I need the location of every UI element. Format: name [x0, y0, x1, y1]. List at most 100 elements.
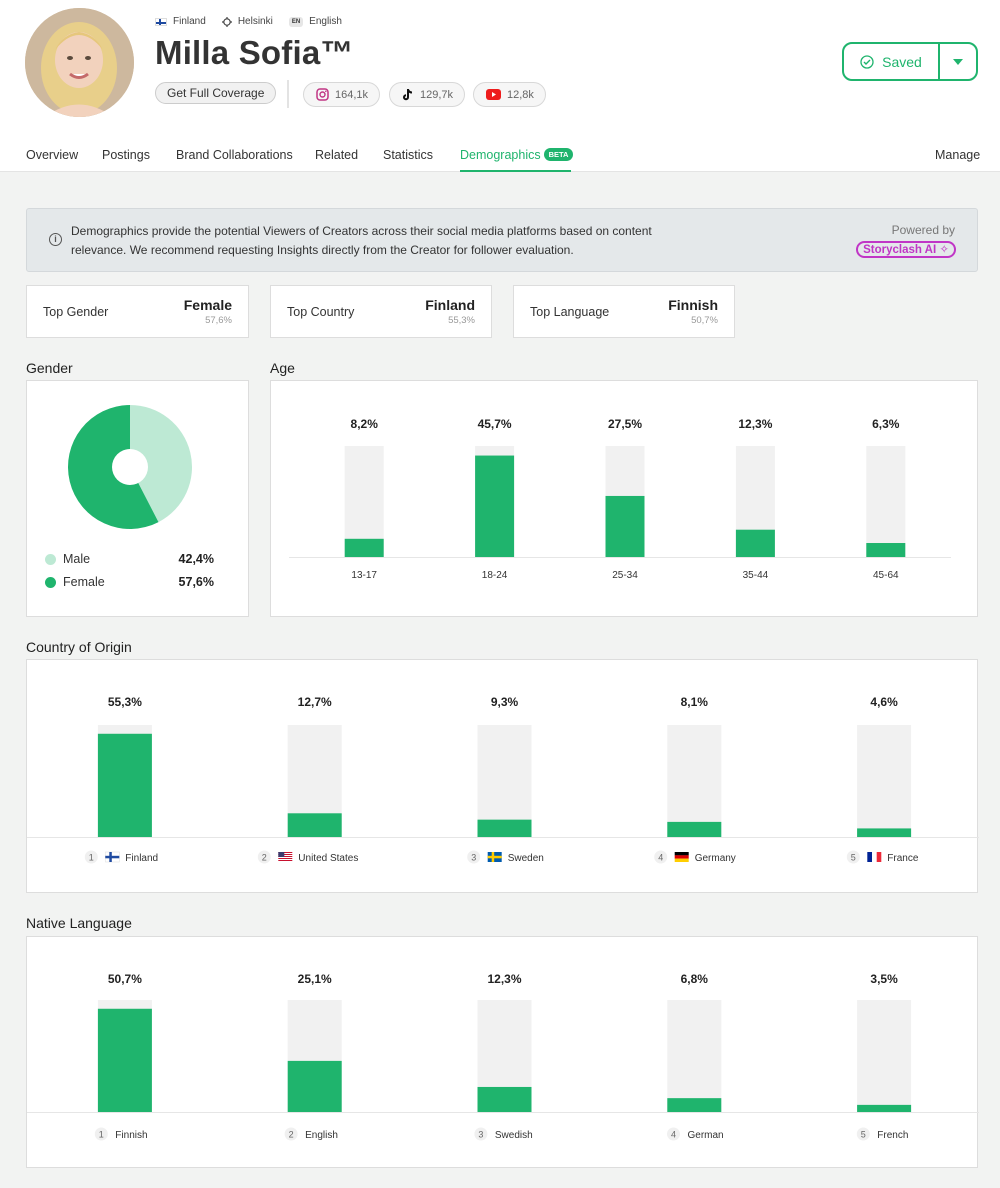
gender-section-title: Gender	[26, 360, 73, 376]
bar-swedish[interactable]	[477, 1086, 532, 1112]
country-label: Finland	[173, 16, 206, 27]
flag-finland-icon	[155, 17, 167, 26]
bar-25-34[interactable]	[605, 495, 645, 557]
category-label: 13-17	[351, 570, 377, 581]
tab-manage[interactable]: Manage	[935, 148, 980, 162]
saved-button-group: Saved	[842, 42, 978, 81]
top-country-label: Top Country	[287, 305, 355, 319]
bar-value-label: 50,7%	[108, 972, 142, 986]
tiktok-chip[interactable]: 129,7k	[389, 82, 466, 107]
top-gender-label: Top Gender	[43, 305, 109, 319]
get-full-coverage-button[interactable]: Get Full Coverage	[155, 82, 277, 104]
flag-sweden-icon	[487, 852, 502, 862]
male-dot	[45, 553, 56, 565]
category-label: Finland	[125, 853, 158, 864]
saved-dropdown-button[interactable]	[940, 44, 976, 79]
tab-related[interactable]: Related	[315, 148, 358, 162]
beta-badge: BETA	[543, 148, 574, 161]
bar-value-label: 55,3%	[108, 695, 142, 709]
bar-45-64[interactable]	[866, 543, 906, 557]
legend-female: Female	[45, 575, 250, 589]
bar-german[interactable]	[667, 1098, 722, 1112]
country-panel: 55,3% 1 Finland 12,7% 2 United States 9,3% 3 Swe…	[20, 659, 979, 893]
bar-french[interactable]	[857, 1104, 912, 1112]
language-code-badge: EN	[288, 16, 304, 27]
storyclash-ai-label: Storyclash AI	[863, 244, 937, 256]
bar-18-24[interactable]	[475, 455, 515, 557]
rank-number: 4	[671, 1130, 676, 1140]
youtube-chip[interactable]: 12,8k	[473, 82, 546, 107]
bar-value-label: 8,2%	[351, 417, 379, 431]
bar-track	[667, 725, 722, 837]
gender-panel: Male 42,4% Female 57,6%	[26, 380, 249, 617]
bar-track	[857, 725, 912, 837]
country-bar-chart: 55,3% 1 Finland 12,7% 2 United States 9,3% 3 Swe…	[20, 695, 979, 864]
bar-germany[interactable]	[667, 821, 722, 837]
bar-finland[interactable]	[97, 733, 152, 837]
bar-france[interactable]	[857, 828, 912, 837]
avatar[interactable]	[25, 8, 134, 117]
top-language-card: Top Language Finnish 50,7%	[513, 285, 735, 338]
instagram-chip[interactable]: 164,1k	[303, 82, 381, 107]
category-label: English	[305, 1130, 338, 1141]
tab-statistics[interactable]: Statistics	[383, 148, 433, 162]
bar-finnish[interactable]	[97, 1008, 152, 1112]
location-icon	[221, 16, 232, 27]
rank-number: 1	[89, 853, 94, 863]
tab-overview[interactable]: Overview	[26, 148, 78, 162]
bar-value-label: 6,8%	[681, 972, 709, 986]
rank-number: 1	[99, 1130, 104, 1140]
tab-bar: Overview Postings Brand Collaborations R…	[0, 138, 1000, 172]
category-label: Sweden	[508, 853, 544, 864]
top-country-card: Top Country Finland 55,3%	[270, 285, 492, 338]
tab-demographics[interactable]: Demographics BETA	[460, 148, 574, 162]
language-panel: 50,7% 1 Finnish 25,1% 2 English 12,3% 3 Swedish 6…	[20, 936, 979, 1168]
rank-number: 5	[861, 1130, 866, 1140]
pie-hole	[112, 449, 148, 485]
category-label: 35-44	[743, 570, 769, 581]
bar-value-label: 27,5%	[608, 417, 642, 431]
creator-name: Milla Sofia™	[155, 34, 354, 71]
bar-value-label: 6,3%	[872, 417, 900, 431]
category-label: 25-34	[612, 570, 638, 581]
tab-postings[interactable]: Postings	[102, 148, 150, 162]
saved-button[interactable]: Saved	[844, 44, 940, 79]
bar-track	[866, 446, 906, 557]
tiktok-count: 129,7k	[420, 88, 454, 101]
bar-13-17[interactable]	[344, 538, 384, 557]
category-label: Swedish	[495, 1130, 533, 1141]
category-label: German	[688, 1130, 724, 1141]
bar-english[interactable]	[287, 1060, 342, 1112]
bar-sweden[interactable]	[477, 819, 532, 837]
country-section-title: Country of Origin	[26, 639, 132, 655]
storyclash-ai-badge[interactable]: Storyclash AI ✧	[856, 241, 956, 258]
category-label: 45-64	[873, 570, 899, 581]
info-icon: i	[49, 233, 62, 246]
instagram-icon	[316, 88, 329, 101]
profile-header: Finland Helsinki EN English Milla Sofia™…	[0, 0, 1000, 172]
female-dot	[45, 576, 56, 588]
top-language-value: Finnish	[668, 297, 718, 313]
active-tab-indicator	[460, 170, 571, 172]
category-label: France	[887, 853, 919, 864]
top-gender-percent: 57,6%	[205, 315, 232, 326]
bar-track	[667, 1000, 722, 1112]
age-panel: 8,2% 13-17 45,7% 18-24 27,5% 25-34 12,3% 35-44 6…	[270, 380, 978, 617]
tab-brand-collaborations[interactable]: Brand Collaborations	[176, 148, 293, 162]
chevron-down-icon	[953, 58, 963, 65]
bar-value-label: 9,3%	[491, 695, 519, 709]
youtube-icon	[486, 89, 501, 100]
female-value: 57,6%	[178, 575, 214, 589]
tab-demographics-label: Demographics	[460, 148, 541, 162]
tiktok-icon	[403, 89, 413, 101]
top-country-value: Finland	[425, 297, 475, 313]
flag-united-states-icon	[278, 852, 293, 862]
legend-male: Male	[45, 552, 250, 566]
bar-value-label: 4,6%	[870, 695, 898, 709]
male-label: Male	[63, 552, 91, 566]
top-gender-value: Female	[183, 297, 232, 313]
bar-35-44[interactable]	[735, 529, 775, 557]
rank-number: 3	[478, 1130, 483, 1140]
bar-value-label: 8,1%	[681, 695, 709, 709]
bar-united-states[interactable]	[287, 813, 342, 837]
